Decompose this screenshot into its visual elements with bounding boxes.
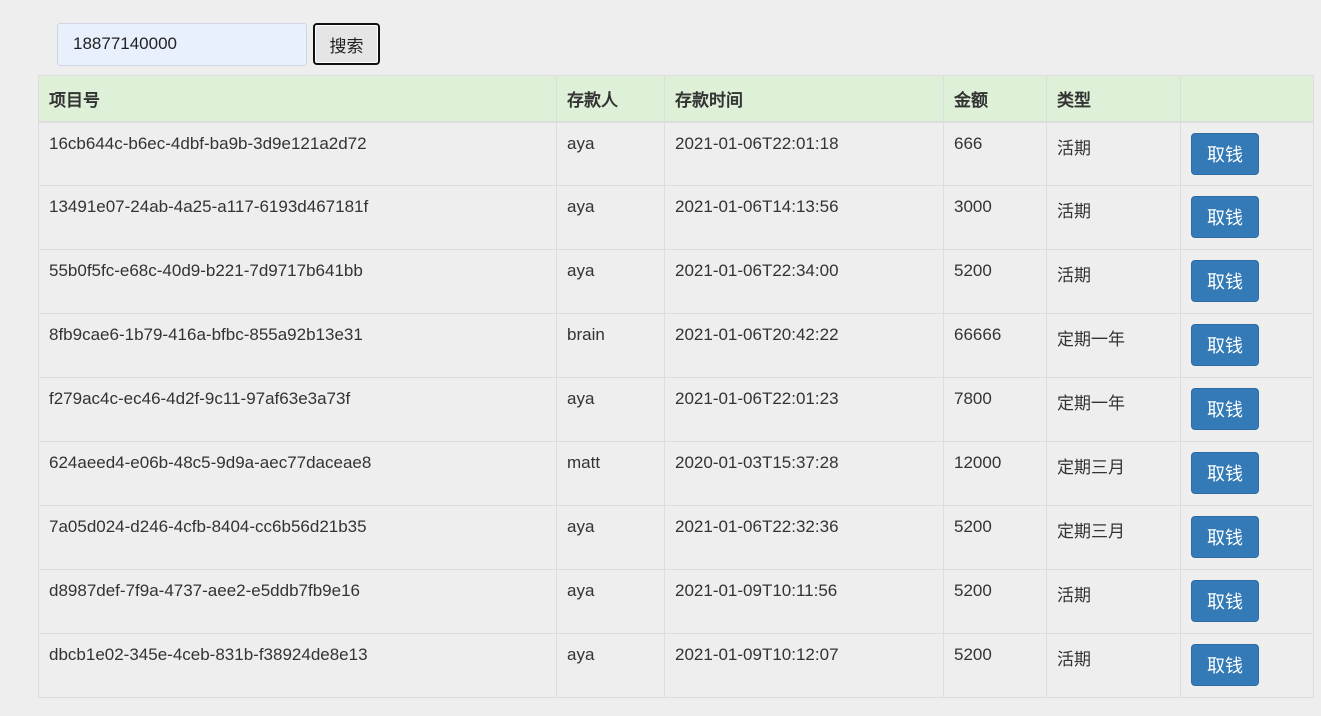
depositor-cell: aya [556, 505, 665, 570]
amount-cell: 5200 [943, 249, 1047, 314]
depositor-cell: aya [556, 569, 665, 634]
amount-cell: 5200 [943, 505, 1047, 570]
type-cell: 定期一年 [1046, 313, 1181, 378]
amount-cell: 5200 [943, 633, 1047, 698]
deposit-time-cell: 2021-01-06T14:13:56 [664, 185, 944, 250]
withdraw-button[interactable]: 取钱 [1191, 132, 1259, 175]
table-row: 13491e07-24ab-4a25-a117-6193d467181f aya… [38, 185, 1314, 250]
action-cell: 取钱 [1180, 377, 1314, 442]
action-cell: 取钱 [1180, 633, 1314, 698]
action-cell: 取钱 [1180, 185, 1314, 250]
table-row: d8987def-7f9a-4737-aee2-e5ddb7fb9e16 aya… [38, 569, 1314, 634]
table-row: 8fb9cae6-1b79-416a-bfbc-855a92b13e31 bra… [38, 313, 1314, 378]
column-header-type: 类型 [1046, 75, 1181, 123]
amount-cell: 666 [943, 121, 1047, 186]
deposit-time-cell: 2020-01-03T15:37:28 [664, 441, 944, 506]
action-cell: 取钱 [1180, 313, 1314, 378]
project-id-cell: 8fb9cae6-1b79-416a-bfbc-855a92b13e31 [38, 313, 557, 378]
depositor-cell: brain [556, 313, 665, 378]
project-id-cell: 13491e07-24ab-4a25-a117-6193d467181f [38, 185, 557, 250]
withdraw-button[interactable]: 取钱 [1191, 580, 1259, 622]
table-row: 16cb644c-b6ec-4dbf-ba9b-3d9e121a2d72 aya… [38, 121, 1314, 186]
deposit-time-cell: 2021-01-06T22:32:36 [664, 505, 944, 570]
table-row: 7a05d024-d246-4cfb-8404-cc6b56d21b35 aya… [38, 505, 1314, 570]
deposit-time-cell: 2021-01-09T10:11:56 [664, 569, 944, 634]
type-cell: 定期一年 [1046, 377, 1181, 442]
withdraw-button[interactable]: 取钱 [1191, 516, 1259, 558]
type-cell: 活期 [1046, 569, 1181, 634]
depositor-cell: aya [556, 249, 665, 314]
depositor-cell: aya [556, 377, 665, 442]
project-id-cell: f279ac4c-ec46-4d2f-9c11-97af63e3a73f [38, 377, 557, 442]
withdraw-button[interactable]: 取钱 [1191, 260, 1259, 302]
amount-cell: 66666 [943, 313, 1047, 378]
deposit-time-cell: 2021-01-06T20:42:22 [664, 313, 944, 378]
amount-cell: 5200 [943, 569, 1047, 634]
project-id-cell: 16cb644c-b6ec-4dbf-ba9b-3d9e121a2d72 [38, 121, 557, 186]
depositor-cell: aya [556, 633, 665, 698]
depositor-cell: aya [556, 185, 665, 250]
amount-cell: 12000 [943, 441, 1047, 506]
type-cell: 活期 [1046, 633, 1181, 698]
column-header-amount: 金额 [943, 75, 1047, 123]
table-row: dbcb1e02-345e-4ceb-831b-f38924de8e13 aya… [38, 633, 1314, 698]
action-cell: 取钱 [1180, 121, 1314, 186]
deposit-time-cell: 2021-01-06T22:34:00 [664, 249, 944, 314]
action-cell: 取钱 [1180, 505, 1314, 570]
column-header-action [1180, 75, 1314, 123]
type-cell: 活期 [1046, 121, 1181, 186]
depositor-cell: aya [556, 121, 665, 186]
depositor-cell: matt [556, 441, 665, 506]
column-header-deposit-time: 存款时间 [664, 75, 944, 123]
search-button[interactable]: 搜索 [313, 23, 380, 65]
deposit-time-cell: 2021-01-09T10:12:07 [664, 633, 944, 698]
type-cell: 活期 [1046, 185, 1181, 250]
type-cell: 定期三月 [1046, 505, 1181, 570]
search-input[interactable] [57, 22, 307, 66]
table-row: 624aeed4-e06b-48c5-9d9a-aec77daceae8 mat… [38, 441, 1314, 506]
withdraw-button[interactable]: 取钱 [1191, 452, 1259, 494]
table-row: f279ac4c-ec46-4d2f-9c11-97af63e3a73f aya… [38, 377, 1314, 442]
deposit-time-cell: 2021-01-06T22:01:18 [664, 121, 944, 186]
column-header-depositor: 存款人 [556, 75, 665, 123]
deposits-table-container: 项目号 存款人 存款时间 金额 类型 16cb644c-b6ec-4dbf-ba… [38, 75, 1314, 698]
withdraw-button[interactable]: 取钱 [1191, 644, 1259, 686]
amount-cell: 7800 [943, 377, 1047, 442]
action-cell: 取钱 [1180, 249, 1314, 314]
withdraw-button[interactable]: 取钱 [1191, 324, 1259, 366]
project-id-cell: 624aeed4-e06b-48c5-9d9a-aec77daceae8 [38, 441, 557, 506]
table-header-row: 项目号 存款人 存款时间 金额 类型 [38, 75, 1314, 123]
deposits-table: 项目号 存款人 存款时间 金额 类型 16cb644c-b6ec-4dbf-ba… [38, 75, 1314, 698]
withdraw-button[interactable]: 取钱 [1191, 388, 1259, 430]
type-cell: 活期 [1046, 249, 1181, 314]
withdraw-button[interactable]: 取钱 [1191, 196, 1259, 238]
project-id-cell: 7a05d024-d246-4cfb-8404-cc6b56d21b35 [38, 505, 557, 570]
column-header-project-id: 项目号 [38, 75, 557, 123]
amount-cell: 3000 [943, 185, 1047, 250]
type-cell: 定期三月 [1046, 441, 1181, 506]
table-row: 55b0f5fc-e68c-40d9-b221-7d9717b641bb aya… [38, 249, 1314, 314]
search-bar: 搜索 [57, 22, 380, 66]
project-id-cell: 55b0f5fc-e68c-40d9-b221-7d9717b641bb [38, 249, 557, 314]
project-id-cell: dbcb1e02-345e-4ceb-831b-f38924de8e13 [38, 633, 557, 698]
action-cell: 取钱 [1180, 569, 1314, 634]
deposit-time-cell: 2021-01-06T22:01:23 [664, 377, 944, 442]
project-id-cell: d8987def-7f9a-4737-aee2-e5ddb7fb9e16 [38, 569, 557, 634]
action-cell: 取钱 [1180, 441, 1314, 506]
